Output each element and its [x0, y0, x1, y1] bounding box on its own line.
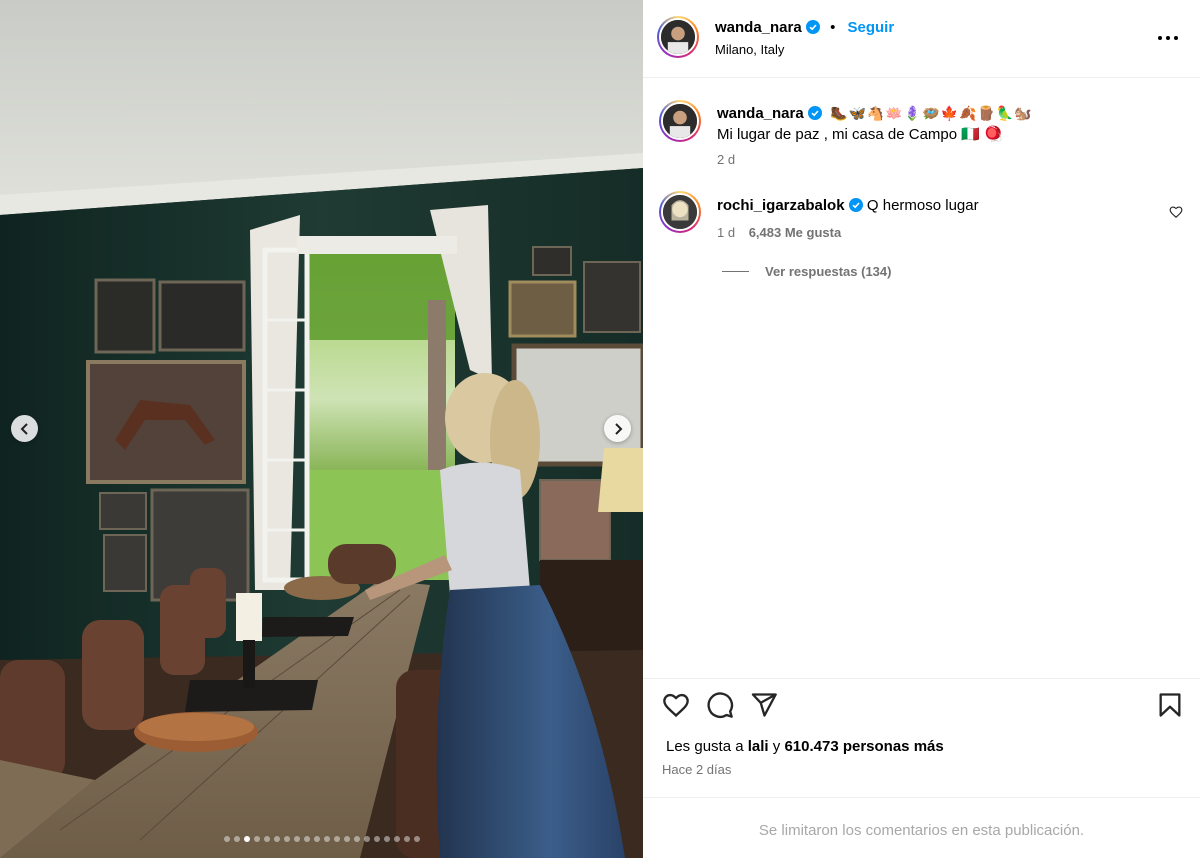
avatar-image [663, 195, 697, 229]
carousel-dot [263, 836, 270, 842]
verified-badge-icon [805, 20, 820, 34]
carousel-dot [403, 836, 410, 842]
comment-likes[interactable]: 6,483 Me gusta [749, 225, 842, 240]
comment-text: Q hermoso lugar [866, 197, 979, 214]
view-replies-button[interactable]: Ver respuestas (134) [722, 264, 891, 279]
comment-bubble-icon[interactable] [706, 691, 734, 719]
more-options-icon[interactable] [1153, 28, 1183, 48]
carousel-dot [333, 836, 340, 842]
post-sidebar: wanda_nara • Seguir Milano, Italy wanda_… [643, 0, 1200, 858]
likes-summary[interactable]: Les gusta a lali y 610.473 personas más [666, 738, 944, 755]
carousel-dot [373, 836, 380, 842]
save-bookmark-icon[interactable] [1156, 691, 1184, 719]
carousel-dot [313, 836, 320, 842]
next-slide-button[interactable] [604, 415, 631, 442]
likes-count[interactable]: 610.473 personas más [784, 738, 943, 755]
verified-badge-icon [848, 198, 863, 212]
caption-emojis: 🥾🦋🐴🪷🪻🪺🍁🍂🪵🦜🐿️ [830, 105, 1033, 121]
post-location[interactable]: Milano, Italy [715, 42, 784, 57]
follow-button[interactable]: Seguir [848, 19, 895, 36]
view-replies-label: Ver respuestas (134) [765, 264, 892, 279]
carousel-dot [413, 836, 420, 842]
comments-disabled-notice: Se limitaron los comentarios en esta pub… [643, 797, 1200, 858]
likes-and: y [772, 738, 781, 755]
post-photo [0, 0, 643, 858]
verified-badge-icon [807, 106, 822, 120]
carousel-dot [273, 836, 280, 842]
likes-user[interactable]: lali [748, 738, 769, 755]
chevron-right-icon [614, 422, 622, 435]
post-actions: Les gusta a lali y 610.473 personas más … [643, 678, 1200, 858]
commenter-avatar[interactable] [659, 191, 701, 233]
likes-prefix: Les gusta a [666, 738, 744, 755]
carousel-dot [353, 836, 360, 842]
carousel-dot [343, 836, 350, 842]
carousel-dot [253, 836, 260, 842]
comment-like-heart-icon[interactable] [1169, 205, 1183, 219]
avatar-image [661, 20, 695, 54]
carousel-dot [283, 836, 290, 842]
carousel-dot [223, 836, 230, 842]
caption-timestamp[interactable]: 2 d [717, 152, 735, 167]
previous-slide-button[interactable] [11, 415, 38, 442]
author-avatar[interactable] [657, 16, 699, 58]
separator-dot: • [830, 19, 836, 36]
carousel-dot [303, 836, 310, 842]
carousel-dot [293, 836, 300, 842]
replies-divider [722, 271, 749, 272]
comment-item: rochi_igarzabalok Q hermoso lugar 1 d 6,… [643, 190, 1200, 290]
carousel-dot [383, 836, 390, 842]
comment-timestamp[interactable]: 1 d [717, 225, 735, 240]
post-timestamp[interactable]: Hace 2 días [662, 762, 731, 777]
caption-avatar[interactable] [659, 100, 701, 142]
post-media[interactable] [0, 0, 643, 858]
carousel-dot [363, 836, 370, 842]
avatar-image [663, 104, 697, 138]
carousel-dot [233, 836, 240, 842]
share-paper-plane-icon[interactable] [750, 691, 778, 719]
like-heart-icon[interactable] [662, 691, 690, 719]
chevron-left-icon [20, 422, 28, 435]
author-username[interactable]: wanda_nara [715, 19, 802, 36]
carousel-dot [243, 836, 250, 842]
carousel-indicator [0, 836, 643, 842]
commenter-username[interactable]: rochi_igarzabalok [717, 197, 845, 214]
carousel-dot [393, 836, 400, 842]
caption-text: Mi lugar de paz , mi casa de Campo 🇮🇹 🪀 [717, 126, 1003, 143]
carousel-dot [323, 836, 330, 842]
post-header: wanda_nara • Seguir Milano, Italy [643, 0, 1200, 78]
caption-username[interactable]: wanda_nara [717, 105, 804, 122]
